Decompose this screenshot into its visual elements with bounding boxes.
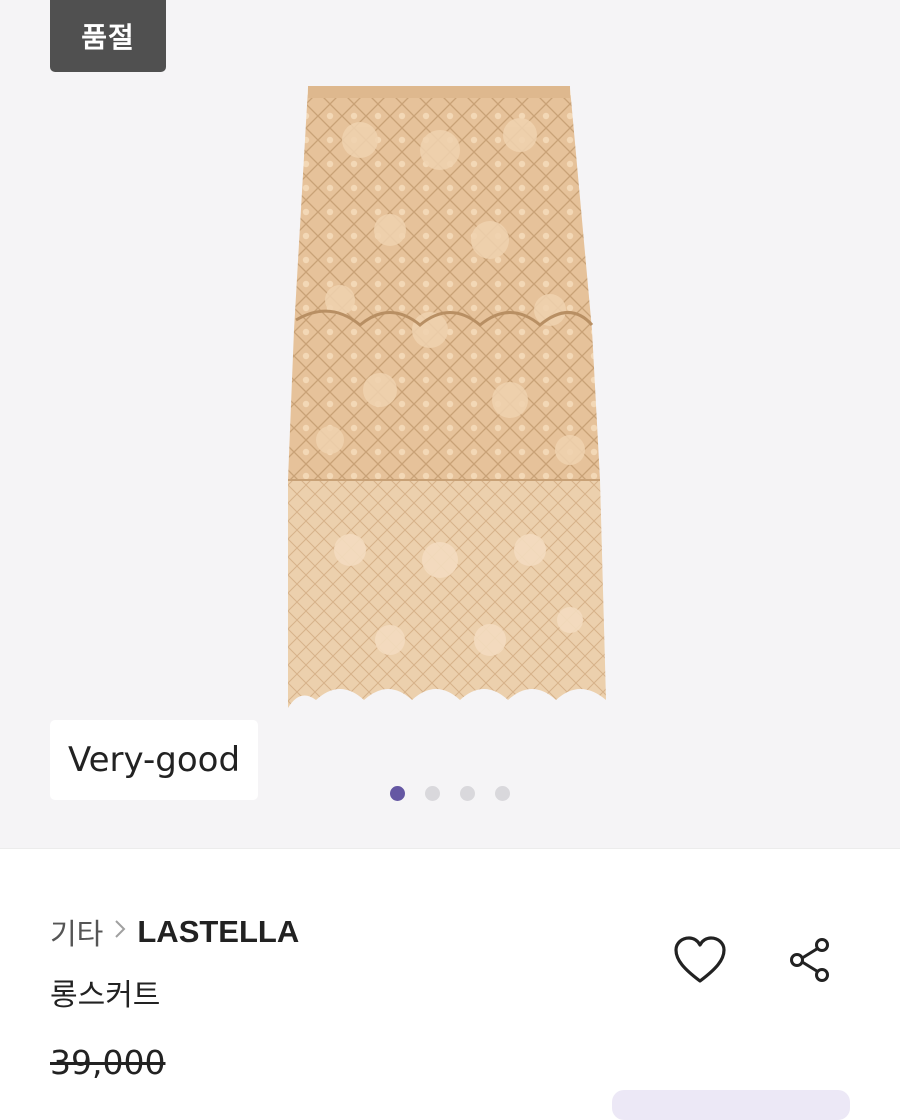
- condition-badge: Very-good: [50, 720, 258, 800]
- slide-dot-1[interactable]: [390, 785, 405, 801]
- section-divider: [0, 848, 900, 849]
- like-button[interactable]: [668, 930, 732, 990]
- product-image-gallery[interactable]: 품절 Very-good: [0, 0, 900, 848]
- chevron-right-icon: [113, 918, 127, 946]
- slide-indicator: [390, 785, 510, 801]
- bottom-action-chip[interactable]: [612, 1090, 850, 1120]
- slide-dot-2[interactable]: [425, 785, 440, 801]
- slide-dot-3[interactable]: [460, 785, 475, 801]
- slide-dot-4[interactable]: [495, 785, 510, 801]
- product-photo: [288, 86, 606, 708]
- breadcrumb: 기타 LASTELLA: [50, 910, 299, 954]
- breadcrumb-brand[interactable]: LASTELLA: [137, 914, 299, 950]
- original-price: 39,000: [50, 1042, 166, 1082]
- breadcrumb-category[interactable]: 기타: [50, 911, 103, 953]
- share-button[interactable]: [784, 932, 836, 988]
- soldout-badge: 품절: [50, 0, 166, 72]
- share-icon: [790, 938, 829, 982]
- product-title: 롱스커트: [50, 978, 161, 1013]
- heart-icon: [674, 936, 726, 983]
